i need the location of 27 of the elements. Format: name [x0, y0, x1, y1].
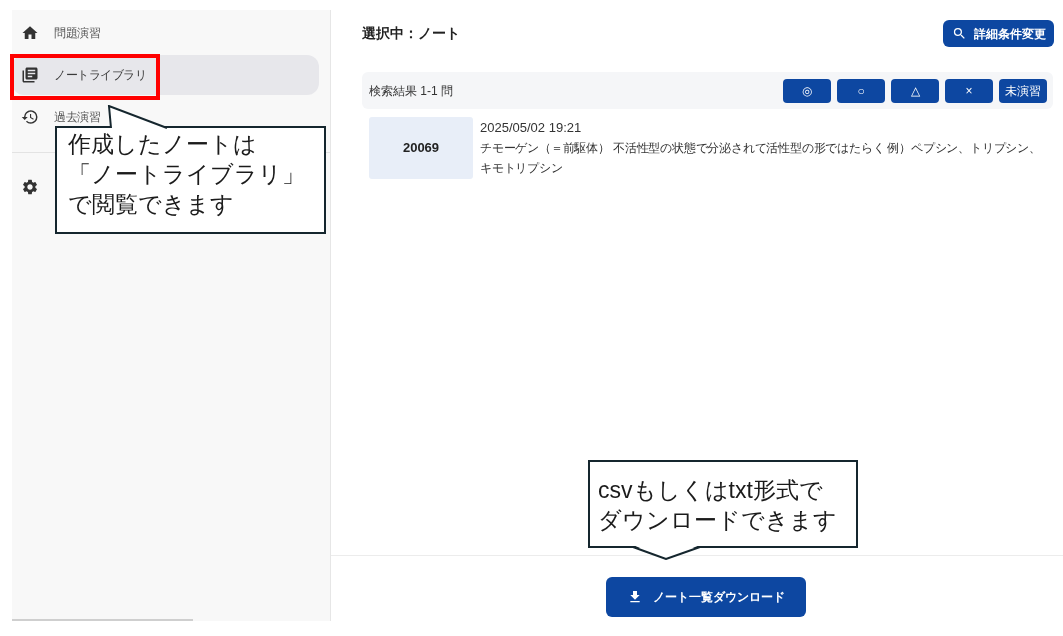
results-count: 検索結果 1-1 問	[369, 82, 453, 100]
filter-button[interactable]: ○	[837, 78, 885, 103]
detail-search-button[interactable]: 詳細条件変更	[943, 20, 1054, 47]
callout-text: csvもしくはtxt形式で	[598, 476, 823, 505]
note-text: チモーゲン（＝前駆体） 不活性型の状態で分泌されて活性型の形ではたらく 例）ペプシン、トリプシン、キモトリプシン	[480, 140, 1042, 177]
filter-button[interactable]: 未演習	[999, 78, 1047, 103]
callout-text: ダウンロードできます	[598, 506, 837, 535]
book-icon	[21, 66, 39, 84]
callout-text: 作成したノートは	[68, 130, 257, 159]
sidebar-item[interactable]: 過去演習	[12, 108, 102, 126]
home-icon	[21, 24, 39, 42]
filter-button[interactable]: △	[891, 78, 939, 103]
horizontal-scrollbar[interactable]	[12, 619, 193, 621]
download-button[interactable]: ノート一覧ダウンロード	[606, 577, 806, 617]
sidebar-item[interactable]: ノートライブラリ	[12, 55, 319, 95]
search-icon	[951, 26, 967, 41]
settings-icon	[21, 178, 39, 196]
note-date: 2025/05/02 19:21	[480, 119, 582, 137]
filter-button[interactable]: ×	[945, 78, 993, 103]
history-icon	[21, 108, 39, 126]
page-title: 選択中：ノート	[362, 24, 460, 43]
callout-text: で閲覧できます	[68, 190, 234, 219]
filter-button[interactable]: ◎	[783, 78, 831, 103]
note-id-cell[interactable]: 20069	[369, 117, 473, 179]
sidebar-item[interactable]: 問題演習	[12, 24, 102, 42]
callout-text: 「ノートライブラリ」	[68, 160, 305, 189]
download-icon	[627, 589, 643, 605]
